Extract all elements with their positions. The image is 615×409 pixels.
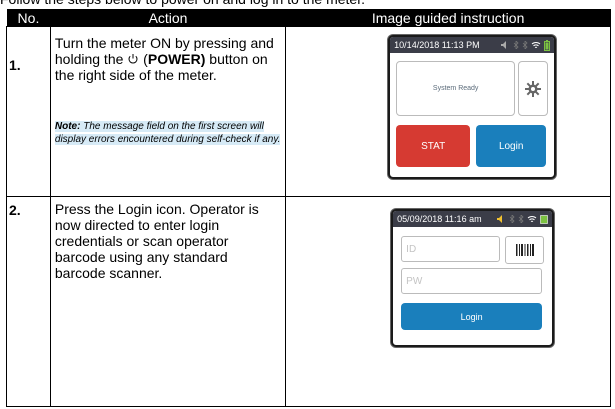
password-field[interactable]: PW — [401, 268, 543, 294]
bluetooth-icon — [522, 41, 528, 49]
note: Note: The message field on the first scr… — [54, 121, 281, 145]
bluetooth-icon — [518, 215, 524, 223]
power-label: POWER) — [147, 51, 206, 67]
status-datetime: 05/09/2018 11:16 am — [397, 214, 482, 224]
barcode-scan-button[interactable] — [505, 236, 545, 264]
step-number-cell: 1. — [6, 26, 51, 197]
table-row: 1. Turn the meter ON by pressing and hol… — [6, 26, 611, 197]
gear-icon — [525, 80, 542, 97]
meter-screen-home: 10/14/2018 11:13 PM System Ready STAT Lo… — [388, 35, 557, 179]
header-image: Image guided instruction — [285, 9, 611, 27]
barcode-icon — [515, 244, 534, 256]
message-field: System Ready — [396, 61, 516, 116]
instruction-text: ( — [139, 51, 148, 67]
action-cell: Press the Login icon. Operator is now di… — [49, 196, 287, 407]
bluetooth-icon — [509, 215, 515, 223]
meter-screen-login: 05/09/2018 11:16 am ID PW Login — [391, 209, 555, 347]
note-text: The message field on the first screen wi… — [54, 121, 281, 145]
speaker-icon — [501, 41, 507, 49]
status-bar: 05/09/2018 11:16 am — [393, 211, 553, 227]
battery-icon — [540, 214, 548, 224]
power-icon — [128, 54, 138, 64]
intro-text: Follow the steps below to power on and l… — [0, 0, 615, 9]
header-action: Action — [50, 9, 286, 27]
settings-button[interactable] — [518, 61, 549, 116]
table-row: 2. Press the Login icon. Operator is now… — [6, 196, 611, 407]
step-2-instruction: Press the Login icon. Operator is now di… — [54, 201, 259, 281]
bluetooth-icon — [513, 41, 519, 49]
step-number-cell: 2. — [6, 196, 51, 407]
battery-icon — [544, 39, 551, 51]
speaker-icon — [497, 215, 503, 223]
procedure-table: No. Action Image guided instruction 1. T… — [6, 9, 611, 407]
action-cell: Turn the meter ON by pressing and holdin… — [49, 26, 287, 197]
stat-button[interactable]: STAT — [396, 125, 471, 167]
table-header-row: No. Action Image guided instruction — [6, 9, 611, 27]
wifi-icon — [527, 216, 537, 222]
wifi-icon — [531, 42, 541, 48]
status-datetime: 10/14/2018 11:13 PM — [394, 40, 480, 50]
id-field[interactable]: ID — [401, 236, 501, 262]
status-bar: 10/14/2018 11:13 PM — [390, 37, 555, 53]
image-cell: 05/09/2018 11:16 am ID PW Login — [285, 196, 611, 407]
login-button[interactable]: Login — [476, 125, 547, 167]
image-cell: 10/14/2018 11:13 PM System Ready STAT Lo… — [285, 26, 611, 197]
step-number: 1. — [9, 57, 21, 73]
header-no: No. — [6, 9, 51, 27]
step-1-instruction: Turn the meter ON by pressing and holdin… — [51, 27, 285, 145]
note-label: Note: — [54, 121, 81, 132]
login-button[interactable]: Login — [401, 303, 543, 330]
step-number: 2. — [9, 202, 21, 218]
